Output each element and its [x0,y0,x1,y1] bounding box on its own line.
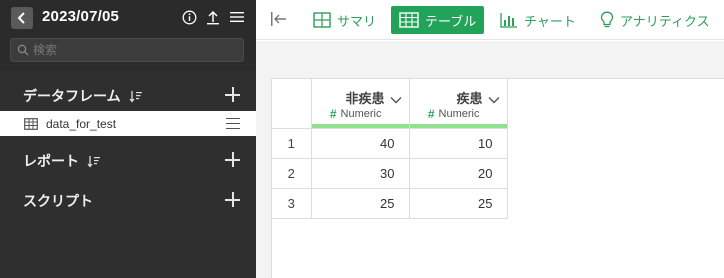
table-cell[interactable]: 30 [311,158,410,189]
collapse-sidebar-icon[interactable] [270,11,288,32]
column-name: 非疾患 [345,91,385,106]
info-icon[interactable] [181,9,197,25]
summary-icon [313,12,331,28]
sort-icon[interactable] [87,155,101,168]
column-type: # Numeric [330,107,382,121]
column-type-bar [409,123,507,128]
dataframe-menu-icon[interactable] [226,118,240,129]
add-report-icon[interactable] [224,151,242,169]
back-button[interactable] [11,7,33,29]
column-type-bar [311,123,409,128]
section-reports[interactable]: レポート [0,146,256,176]
section-title-dataframes: データフレーム [23,88,121,104]
sidebar-header: 2023/07/05 [0,0,256,71]
chevron-down-icon[interactable] [390,91,402,109]
tab-chart-label: チャート [524,13,576,29]
dataframe-item[interactable]: data_for_test [0,111,256,136]
tab-table[interactable]: テーブル [391,6,485,34]
tab-analytics[interactable]: アナリティクス [592,6,718,34]
chart-icon [500,13,517,28]
chevron-left-icon [17,12,25,24]
upload-icon[interactable] [205,9,221,25]
chevron-down-icon[interactable] [488,91,500,109]
section-title-reports: レポート [23,153,79,169]
search-input[interactable] [33,43,233,57]
section-scripts[interactable]: スクリプト [0,186,256,216]
toolbar: サマリ テーブル チャート アナリティクス [256,0,724,40]
numeric-hash-icon: # [329,107,337,121]
content-area: 非疾患 # Numeric 疾患 # Numeric 1 40 10 2 30 … [256,41,724,278]
tab-analytics-label: アナリティクス [620,13,710,29]
column-name: 疾患 [456,91,483,106]
table-row[interactable]: 2 30 20 [272,158,508,189]
row-number: 1 [272,128,312,159]
section-dataframes[interactable]: データフレーム [0,81,256,111]
column-header[interactable]: 非疾患 # Numeric [311,79,410,129]
tab-chart[interactable]: チャート [492,6,584,34]
date-title: 2023/07/05 [42,8,120,25]
section-title-scripts: スクリプト [23,193,93,209]
tab-table-label: テーブル [425,13,477,29]
sidebar: 2023/07/05 データフレーム data_for_test [0,0,256,278]
row-number: 3 [272,188,312,219]
table-cell[interactable]: 10 [409,128,508,159]
table-cell[interactable]: 25 [409,188,508,219]
column-header[interactable]: 疾患 # Numeric [409,79,508,129]
table-icon [399,12,419,28]
menu-icon[interactable] [229,9,245,25]
table-cell[interactable]: 20 [409,158,508,189]
data-grid: 非疾患 # Numeric 疾患 # Numeric 1 40 10 2 30 … [271,78,724,278]
column-type-label: Numeric [340,108,382,120]
row-number: 2 [272,158,312,189]
search-icon [17,44,29,56]
data-table: 非疾患 # Numeric 疾患 # Numeric 1 40 10 2 30 … [272,79,508,219]
add-script-icon[interactable] [224,191,242,209]
column-type: # Numeric [428,107,480,121]
sort-icon[interactable] [129,90,143,103]
lightbulb-icon [600,11,614,28]
tab-summary[interactable]: サマリ [305,6,384,34]
add-dataframe-icon[interactable] [224,86,242,104]
dataframe-name: data_for_test [46,116,117,131]
column-type-label: Numeric [438,108,480,120]
tab-summary-label: サマリ [337,13,377,29]
search-box[interactable] [10,38,244,62]
table-corner [272,79,312,129]
table-icon [24,117,38,130]
table-row[interactable]: 1 40 10 [272,128,508,159]
numeric-hash-icon: # [427,107,435,121]
table-cell[interactable]: 40 [311,128,410,159]
table-cell[interactable]: 25 [311,188,410,219]
table-row[interactable]: 3 25 25 [272,188,508,219]
